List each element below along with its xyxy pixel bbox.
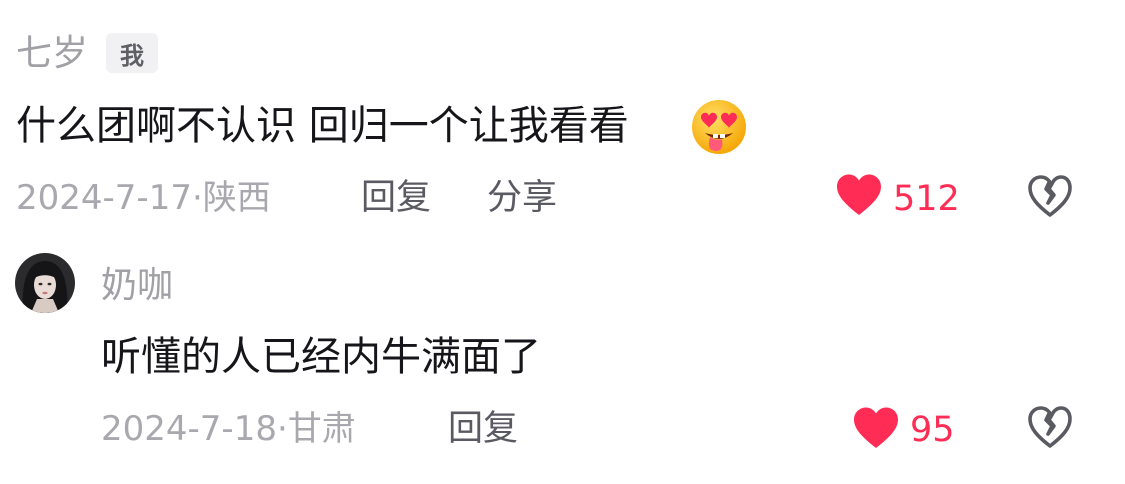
comment-location: 甘肃 — [287, 409, 356, 449]
share-button[interactable]: 分享 — [487, 181, 557, 216]
like-count: 512 — [893, 179, 960, 219]
comment-username[interactable]: 七岁 — [16, 36, 88, 72]
comment-date: 2024-7-17 — [16, 178, 192, 218]
comment-location: 陕西 — [202, 178, 271, 218]
comment-date: 2024-7-18 — [101, 409, 277, 449]
heart-icon[interactable] — [835, 173, 883, 217]
comment-meta: 2024-7-18·甘肃 — [101, 412, 356, 446]
like-count: 95 — [910, 410, 955, 450]
avatar[interactable] — [15, 253, 75, 313]
reply-button[interactable]: 回复 — [448, 412, 518, 447]
meta-separator: · — [276, 409, 288, 449]
comment-meta: 2024-7-17·陕西 — [16, 181, 271, 215]
meta-separator: · — [191, 178, 203, 218]
author-badge: 我 — [106, 33, 158, 73]
avatar-image — [15, 253, 75, 313]
star-struck-tongue-emoji — [692, 100, 746, 154]
comment-text: 什么团啊不认识 回归一个让我看看 — [16, 103, 629, 149]
broken-heart-icon[interactable] — [1027, 174, 1073, 218]
comment-text: 听懂的人已经内牛满面了 — [101, 334, 541, 380]
reply-button[interactable]: 回复 — [361, 181, 431, 216]
broken-heart-icon[interactable] — [1027, 405, 1073, 449]
heart-icon[interactable] — [852, 406, 900, 450]
comment-username[interactable]: 奶咖 — [101, 268, 173, 304]
